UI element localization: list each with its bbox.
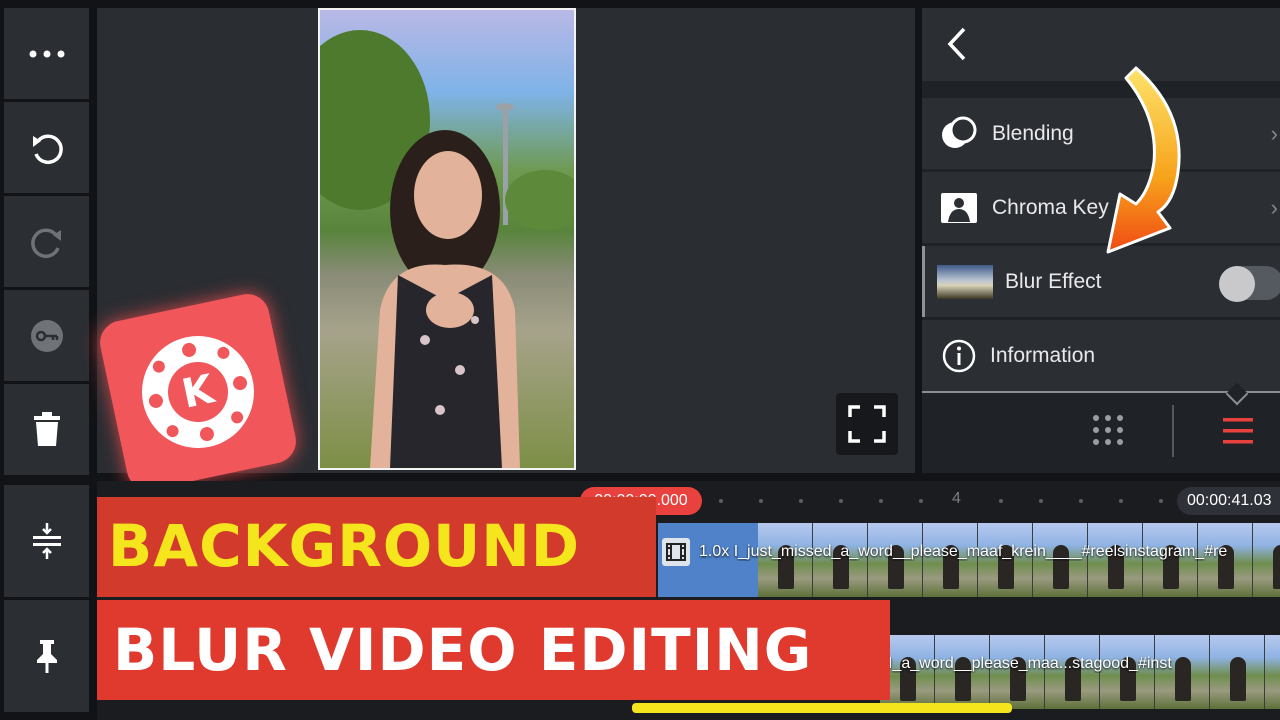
clip-label: 1.0x I_just_missed_a_word__please_maaf_k… bbox=[699, 543, 1228, 560]
delete-icon bbox=[33, 411, 60, 446]
back-button[interactable] bbox=[940, 24, 974, 64]
fullscreen-icon bbox=[848, 405, 886, 443]
clip-2-label: I_a_word__please_maa...stagood_#inst bbox=[888, 655, 1172, 672]
toolbar-divider bbox=[1172, 405, 1174, 457]
film-icon bbox=[666, 543, 686, 561]
undo-icon bbox=[32, 134, 63, 164]
chevron-right-icon: › bbox=[1270, 194, 1278, 220]
toggle-knob bbox=[1219, 266, 1255, 302]
audio-track[interactable] bbox=[632, 703, 1012, 713]
information-row[interactable]: Information bbox=[922, 320, 1280, 391]
blur-effect-label: Blur Effect bbox=[1005, 269, 1102, 293]
person-silhouette bbox=[320, 30, 574, 468]
arrow-annotation bbox=[1106, 66, 1181, 254]
grid-icon bbox=[1093, 415, 1123, 445]
keyframe-icon bbox=[30, 319, 63, 352]
more-button[interactable] bbox=[4, 8, 89, 99]
chevron-left-icon bbox=[947, 27, 966, 61]
pin-button[interactable] bbox=[4, 600, 89, 712]
clip-type-badge bbox=[662, 538, 690, 566]
chroma-key-label: Chroma Key bbox=[992, 195, 1109, 219]
split-height-icon bbox=[32, 523, 61, 559]
redo-icon bbox=[30, 228, 61, 258]
more-icon bbox=[29, 50, 64, 57]
undo-button[interactable] bbox=[4, 102, 89, 193]
ruler-marker: 4 bbox=[952, 490, 961, 507]
headline-top: BACKGROUND bbox=[108, 512, 580, 580]
hamburger-icon bbox=[1223, 418, 1253, 444]
pin-icon bbox=[36, 640, 57, 673]
menu-button[interactable] bbox=[1222, 415, 1254, 447]
chroma-key-icon bbox=[941, 192, 977, 223]
video-preview[interactable] bbox=[318, 8, 576, 470]
blending-icon bbox=[942, 116, 977, 148]
end-time-badge: 00:00:41.03 bbox=[1177, 487, 1280, 515]
kinemaster-logo: K bbox=[95, 289, 301, 495]
delete-button[interactable] bbox=[4, 384, 89, 475]
information-label: Information bbox=[990, 343, 1096, 367]
blur-effect-toggle[interactable] bbox=[1219, 266, 1280, 302]
blur-thumbnail bbox=[937, 264, 993, 299]
logo-letter: K bbox=[162, 356, 234, 428]
headline-bottom: BLUR VIDEO EDITING bbox=[113, 616, 813, 684]
redo-button[interactable] bbox=[4, 196, 89, 287]
chevron-right-icon: › bbox=[1270, 120, 1278, 146]
keyframe-button[interactable] bbox=[4, 290, 89, 381]
info-icon bbox=[942, 339, 976, 372]
fullscreen-button[interactable] bbox=[836, 393, 898, 455]
split-height-button[interactable] bbox=[4, 485, 89, 597]
blending-label: Blending bbox=[992, 121, 1074, 145]
logo-reel: K bbox=[131, 325, 265, 459]
grid-button[interactable] bbox=[1092, 414, 1124, 446]
